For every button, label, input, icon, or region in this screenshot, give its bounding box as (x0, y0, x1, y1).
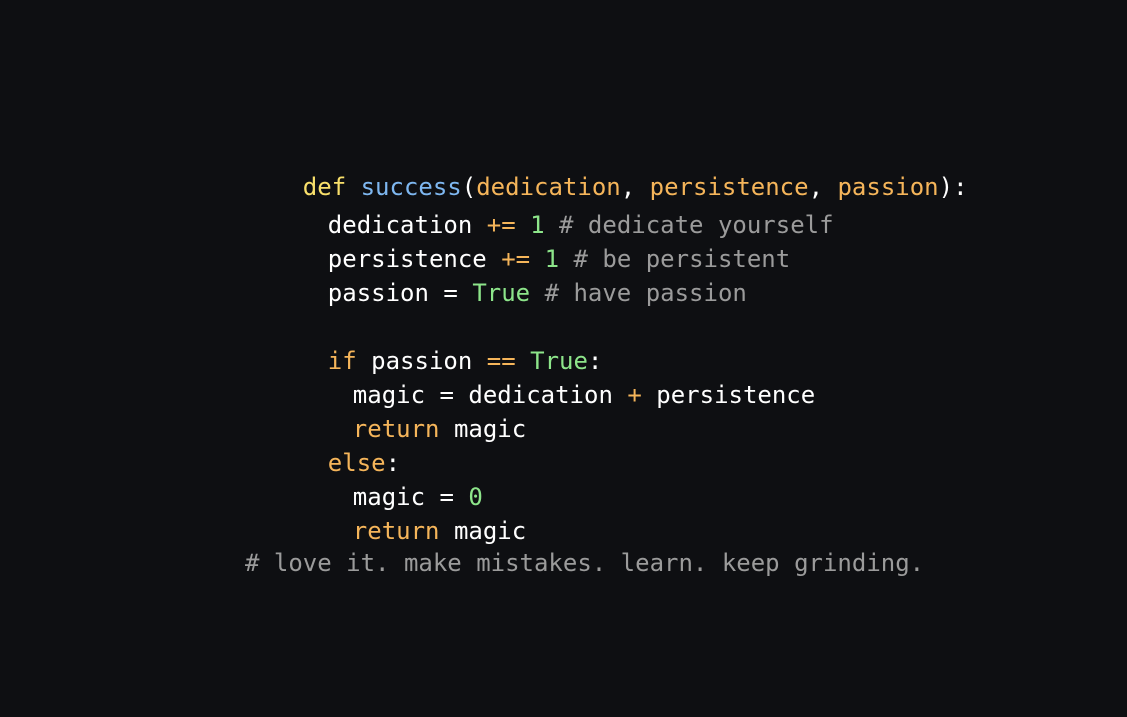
op-assign: = (443, 279, 458, 307)
inline-comment: # have passion (544, 279, 747, 307)
footer-comment: # love it. make mistakes. learn. keep gr… (245, 549, 925, 577)
bool-literal: True (472, 279, 531, 307)
var-magic: magic (453, 517, 527, 545)
var-magic: magic (453, 415, 527, 443)
return-keyword: return (352, 517, 440, 545)
code-canvas: def success(dedication, persistence, pas… (0, 0, 1127, 717)
close-paren: ): (938, 173, 968, 201)
param-passion: passion (837, 173, 939, 201)
var-passion: passion (327, 279, 429, 307)
var-persistence: persistence (656, 381, 816, 409)
op-plus: + (627, 381, 642, 409)
